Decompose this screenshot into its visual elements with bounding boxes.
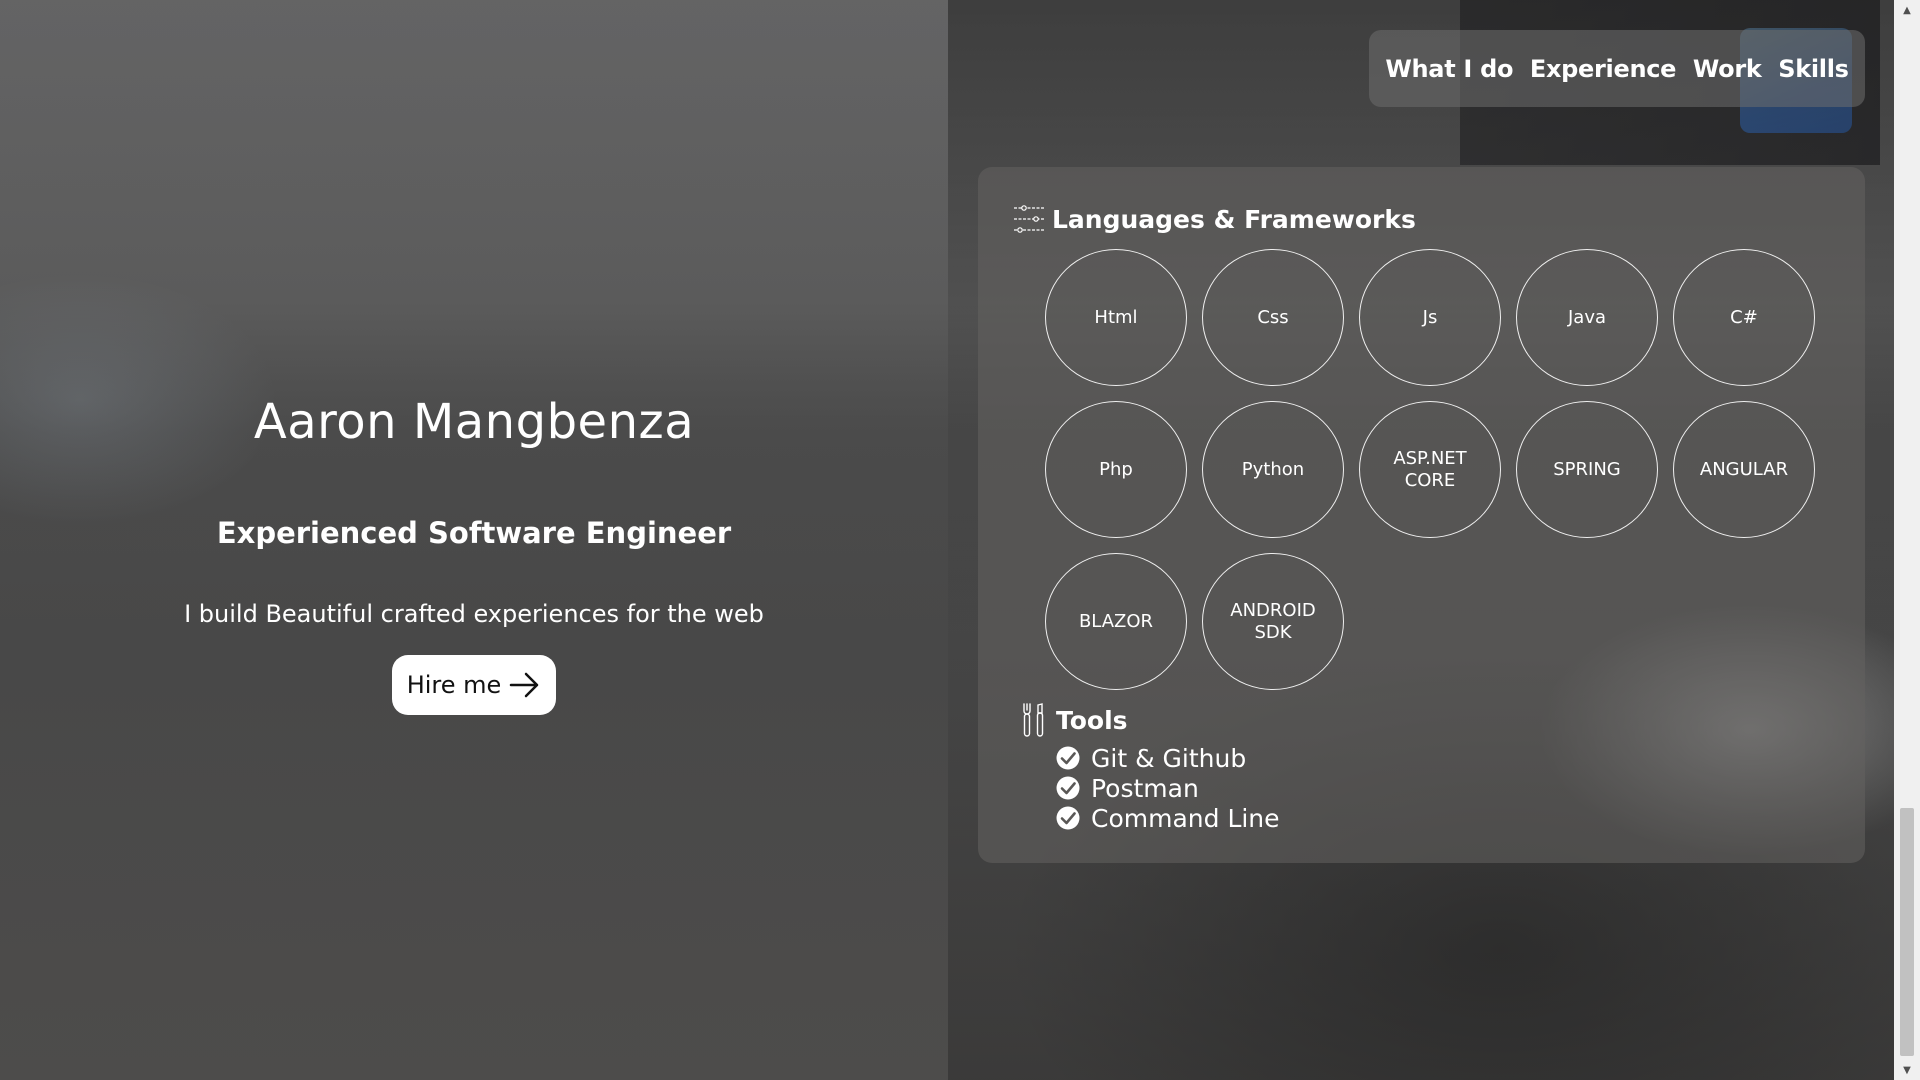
skill-circle-php: Php: [1045, 401, 1187, 538]
tool-item-postman: Postman: [1055, 773, 1280, 803]
languages-title: Languages & Frameworks: [1052, 204, 1416, 234]
scroll-down-arrow-icon[interactable]: ▼: [1894, 1060, 1920, 1080]
skill-circle-blazor: BLAZOR: [1045, 553, 1187, 690]
hero-section: Aaron Mangbenza Experienced Software Eng…: [0, 0, 948, 1080]
skill-circle-csharp: C#: [1673, 249, 1815, 386]
hero-tagline: I build Beautiful crafted experiences fo…: [184, 600, 764, 628]
nav-link-what-i-do[interactable]: What I do: [1385, 55, 1513, 83]
tools-list: Git & Github Postman Command Line: [1055, 743, 1280, 833]
languages-heading: Languages & Frameworks: [1012, 201, 1416, 237]
check-circle-icon: [1056, 776, 1080, 800]
hero-name: Aaron Mangbenza: [253, 394, 695, 450]
tools-title: Tools: [1056, 705, 1128, 735]
tool-label: Postman: [1091, 773, 1199, 803]
hire-me-label: Hire me: [406, 671, 502, 699]
tool-item-git: Git & Github: [1055, 743, 1280, 773]
page-scrollbar[interactable]: ▲ ▼: [1894, 0, 1920, 1080]
tool-label: Git & Github: [1091, 743, 1247, 773]
skill-circle-angular: ANGULAR: [1673, 401, 1815, 538]
check-circle-icon: [1056, 806, 1080, 830]
nav-link-work[interactable]: Work: [1693, 55, 1762, 83]
hire-me-button[interactable]: Hire me: [392, 655, 556, 715]
skill-circle-spring: SPRING: [1516, 401, 1658, 538]
skill-circle-html: Html: [1045, 249, 1187, 386]
tools-icon: [1023, 703, 1044, 737]
tool-label: Command Line: [1091, 803, 1280, 833]
skill-circle-js: Js: [1359, 249, 1501, 386]
check-circle-icon: [1056, 746, 1080, 770]
hero-role: Experienced Software Engineer: [216, 516, 732, 550]
skill-circle-java: Java: [1516, 249, 1658, 386]
skill-circle-android-sdk: ANDROID SDK: [1202, 553, 1344, 690]
tools-heading: Tools: [1016, 702, 1128, 738]
sliders-icon: [1014, 205, 1044, 233]
scrollbar-thumb[interactable]: [1900, 808, 1914, 1056]
top-nav: What I do Experience Work Skills: [1369, 30, 1865, 107]
skill-circle-aspnet-core: ASP.NET CORE: [1359, 401, 1501, 538]
skills-card: Languages & Frameworks Html Css Js Java …: [978, 167, 1865, 863]
skill-circle-css: Css: [1202, 249, 1344, 386]
nav-link-skills[interactable]: Skills: [1778, 55, 1849, 83]
tool-item-command-line: Command Line: [1055, 803, 1280, 833]
scroll-up-arrow-icon[interactable]: ▲: [1894, 0, 1920, 20]
nav-link-experience[interactable]: Experience: [1530, 55, 1677, 83]
arrow-right-icon: [510, 672, 539, 698]
skill-circle-python: Python: [1202, 401, 1344, 538]
